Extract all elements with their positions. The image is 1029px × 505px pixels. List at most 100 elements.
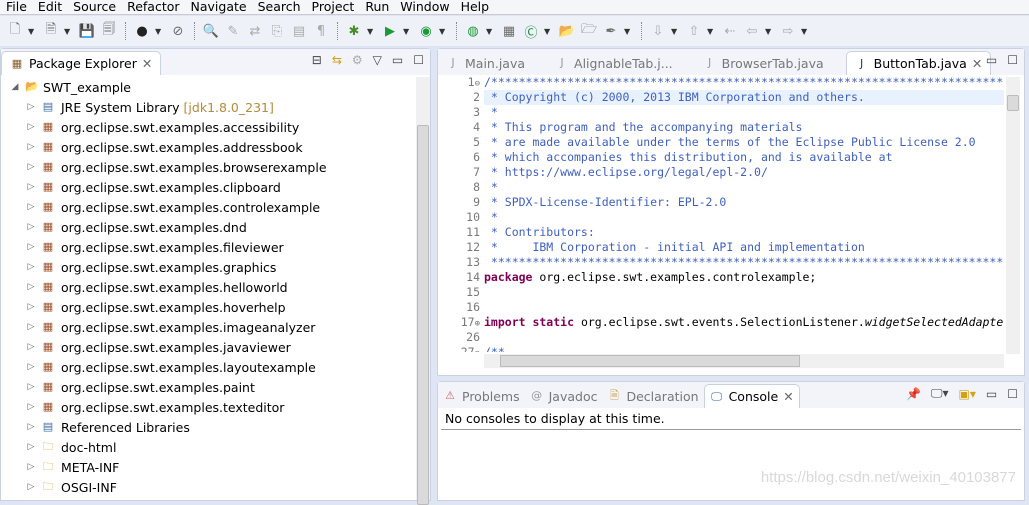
coverage-icon[interactable]: ◉: [417, 22, 435, 40]
open-task-icon[interactable]: 🗁: [580, 22, 598, 40]
open-type-icon[interactable]: 📂: [558, 22, 576, 40]
menu-search[interactable]: Search: [252, 0, 306, 14]
collapsed-icon[interactable]: ▷: [25, 202, 37, 212]
pin-console-icon[interactable]: 📌: [906, 387, 921, 401]
maximize-icon[interactable]: ☐: [1007, 53, 1018, 67]
editor-tab[interactable]: J BrowserTab.java: [695, 51, 832, 75]
menu-window[interactable]: Window: [394, 0, 454, 14]
minimize-icon[interactable]: ▭: [392, 53, 403, 67]
tree-item[interactable]: ▷ ▦ org.eclipse.swt.examples.hoverhelp: [1, 297, 416, 317]
tree-item[interactable]: ▷ 🗀 META-INF: [1, 457, 416, 477]
menu-refactor[interactable]: Refactor: [121, 0, 184, 14]
collapsed-icon[interactable]: ▷: [25, 222, 37, 232]
back-icon[interactable]: ⇦: [743, 22, 761, 40]
search-icon[interactable]: 🔍: [202, 22, 220, 40]
collapsed-icon[interactable]: ▷: [25, 102, 37, 112]
collapsed-icon[interactable]: ▷: [25, 482, 37, 492]
tree-item[interactable]: ▷ 🗀 OSGI-INF: [1, 477, 416, 497]
collapsed-icon[interactable]: ▷: [25, 242, 37, 252]
mark-icon[interactable]: ⎘: [268, 22, 286, 40]
tab-javadoc[interactable]: @ Javadoc: [525, 384, 603, 408]
view-menu-icon[interactable]: ▽: [373, 53, 382, 67]
menu-file[interactable]: File: [0, 0, 32, 14]
link-with-editor-icon[interactable]: ⇆: [332, 53, 342, 67]
prev-annotation-icon[interactable]: ⇧: [685, 22, 703, 40]
tree-item[interactable]: ▷ ▦ org.eclipse.swt.examples.helloworld: [1, 277, 416, 297]
tree-item[interactable]: ▷ ▤ JRE System Library [jdk1.8.0_231]: [1, 97, 416, 117]
collapsed-icon[interactable]: ▷: [25, 302, 37, 312]
editor-vscrollbar[interactable]: [1006, 77, 1020, 354]
tree-item[interactable]: ▷ ▦ org.eclipse.swt.examples.graphics: [1, 257, 416, 277]
menu-edit[interactable]: Edit: [32, 0, 67, 14]
minimize-icon[interactable]: ▭: [986, 53, 997, 67]
new-package-icon[interactable]: ▦: [500, 22, 518, 40]
dropdown-arrow-icon[interactable]: ▼: [544, 27, 554, 36]
tree-item[interactable]: ▷ ▦ org.eclipse.swt.examples.accessibility: [1, 117, 416, 137]
run-icon[interactable]: ▶: [381, 22, 399, 40]
dropdown-arrow-icon[interactable]: ▼: [155, 27, 165, 36]
dropdown-arrow-icon[interactable]: ▼: [64, 27, 74, 36]
display-console-icon[interactable]: 🖵▾: [931, 386, 949, 401]
dropdown-arrow-icon[interactable]: ▼: [28, 27, 38, 36]
tree-item[interactable]: ▷ ▦ org.eclipse.swt.examples.controlexampl…: [1, 197, 416, 217]
menu-project[interactable]: Project: [306, 0, 360, 14]
dropdown-arrow-icon[interactable]: ▼: [707, 27, 717, 36]
maximize-icon[interactable]: ☐: [413, 53, 424, 67]
collapsed-icon[interactable]: ▷: [25, 402, 37, 412]
forward-icon[interactable]: ⇨: [779, 22, 797, 40]
close-icon[interactable]: ✕: [142, 56, 152, 71]
dropdown-arrow-icon[interactable]: ▼: [367, 27, 377, 36]
editor-hscrollbar[interactable]: [484, 354, 1004, 368]
collapsed-icon[interactable]: ▷: [25, 422, 37, 432]
fold-icon[interactable]: ⊖: [475, 79, 480, 89]
tab-declaration[interactable]: 🗎 Declaration: [602, 384, 703, 408]
tree-item[interactable]: ▷ ▦ org.eclipse.swt.examples.texteditor: [1, 397, 416, 417]
tab-console[interactable]: 🖵 Console ✕: [703, 384, 800, 408]
save-icon[interactable]: 💾: [78, 22, 96, 40]
collapsed-icon[interactable]: ▷: [25, 342, 37, 352]
project-node[interactable]: ◢ 📂 SWT_example: [1, 77, 416, 97]
tab-package-explorer[interactable]: ▦ Package Explorer ✕: [1, 51, 162, 75]
fold-icon[interactable]: ⊕: [475, 319, 480, 329]
tree-item[interactable]: ▷ ▦ org.eclipse.swt.examples.addressbook: [1, 137, 416, 157]
dropdown-arrow-icon[interactable]: ▼: [403, 27, 413, 36]
dropdown-arrow-icon[interactable]: ▼: [624, 27, 634, 36]
collapsed-icon[interactable]: ▷: [25, 362, 37, 372]
code-editor[interactable]: 1⊖/*************************************…: [444, 75, 1004, 352]
fold-icon[interactable]: ⊖: [475, 349, 480, 352]
menu-run[interactable]: Run: [359, 0, 394, 14]
explorer-scrollbar[interactable]: [416, 77, 430, 505]
open-console-icon[interactable]: ▣▾: [959, 387, 976, 401]
edit-icon[interactable]: ✎: [224, 22, 242, 40]
new-java-class-icon[interactable]: Ⓒ: [522, 22, 540, 41]
debug-icon[interactable]: ✱: [345, 22, 363, 40]
tree-item[interactable]: ▷ ▦ org.eclipse.swt.examples.javaviewer: [1, 337, 416, 357]
new-icon[interactable]: 🗋: [6, 22, 24, 40]
dropdown-arrow-icon[interactable]: ▼: [439, 27, 449, 36]
tree-item[interactable]: ▷ ▦ org.eclipse.swt.examples.fileviewer: [1, 237, 416, 257]
collapsed-icon[interactable]: ▷: [25, 322, 37, 332]
collapsed-icon[interactable]: ▷: [25, 142, 37, 152]
close-icon[interactable]: ✕: [972, 56, 982, 71]
minimize-icon[interactable]: ▭: [986, 387, 997, 401]
close-icon[interactable]: ✕: [783, 389, 793, 404]
dropdown-arrow-icon[interactable]: ▼: [765, 27, 775, 36]
pilcrow-icon[interactable]: ¶: [312, 22, 330, 40]
menu-help[interactable]: Help: [455, 0, 495, 14]
toggle-icon[interactable]: ⇄: [246, 22, 264, 40]
collapsed-icon[interactable]: ▷: [25, 122, 37, 132]
collapsed-icon[interactable]: ▷: [25, 382, 37, 392]
user-icon[interactable]: ●: [133, 22, 151, 40]
editor-tab[interactable]: J ButtonTab.java ✕: [845, 51, 992, 75]
tree-item[interactable]: ▷ ▦ org.eclipse.swt.examples.imageanalyzer: [1, 317, 416, 337]
new-class-icon[interactable]: 🗎: [42, 22, 60, 40]
menu-source[interactable]: Source: [67, 0, 121, 14]
filter-icon[interactable]: ⚙: [352, 53, 363, 67]
collapsed-icon[interactable]: ▷: [25, 282, 37, 292]
external-tools-icon[interactable]: ◍: [464, 22, 482, 40]
pen-icon[interactable]: ✒: [602, 22, 620, 40]
collapsed-icon[interactable]: ▷: [25, 262, 37, 272]
next-annotation-icon[interactable]: ⇩: [649, 22, 667, 40]
collapsed-icon[interactable]: ▷: [25, 182, 37, 192]
expanded-icon[interactable]: ◢: [9, 82, 21, 92]
